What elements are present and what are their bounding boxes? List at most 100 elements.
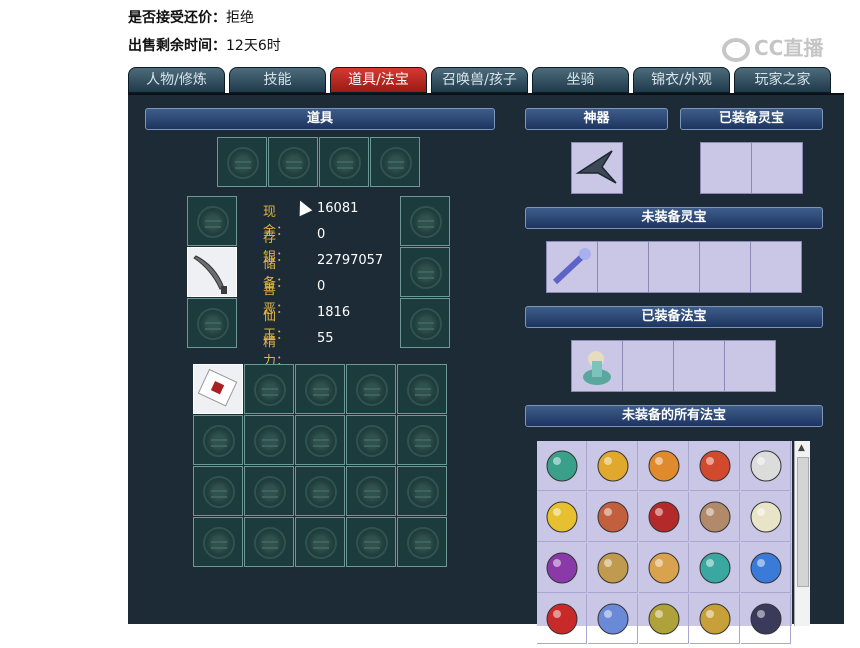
magic-item-slot[interactable] [537,594,587,644]
inventory-slot[interactable] [193,415,243,465]
tab-outfits[interactable]: 锦衣/外观 [633,67,730,93]
magic-item-slot[interactable] [588,543,638,593]
inventory-slot[interactable] [346,517,396,567]
equip-slot[interactable] [400,196,450,246]
tab-skills[interactable]: 技能 [229,67,326,93]
inventory-slot[interactable] [346,415,396,465]
equip-slot[interactable] [400,247,450,297]
inventory-slot[interactable] [397,466,447,516]
section-header-equipped-magic: 已装备法宝 [525,306,823,328]
inventory-slot[interactable] [397,517,447,567]
magic-item-slot[interactable] [639,441,689,491]
unequipped-spirit-slot[interactable] [750,241,802,293]
magic-item-slot[interactable] [690,543,740,593]
equip-slot[interactable] [400,298,450,348]
coin-emblem-icon [254,425,286,457]
inventory-slot[interactable] [244,466,294,516]
inventory-slot[interactable] [295,415,345,465]
scroll-up-arrow-icon[interactable]: ▲ [798,443,805,453]
inventory-slot[interactable] [346,466,396,516]
tab-home[interactable]: 玩家之家 [734,67,831,93]
section-header-unequipped-spirit: 未装备灵宝 [525,207,823,229]
inventory-slot[interactable] [193,466,243,516]
counter-offer-label: 是否接受还价： [128,10,226,26]
magic-item-slot[interactable] [690,492,740,542]
white-cloud-icon [750,450,782,482]
coin-emblem-icon [407,425,439,457]
magic-item-slot[interactable] [588,441,638,491]
equip-slot[interactable] [319,137,369,187]
tab-character[interactable]: 人物/修炼 [128,67,225,93]
tab-summons[interactable]: 召唤兽/孩子 [431,67,528,93]
section-header-artifact: 神器 [525,108,668,130]
tab-mounts[interactable]: 坐骑 [532,67,629,93]
inventory-slot[interactable] [244,364,294,414]
equip-slot[interactable] [187,298,237,348]
magic-item-slot[interactable] [690,594,740,644]
coin-emblem-icon [305,425,337,457]
coin-emblem-icon [410,308,442,340]
equip-slot[interactable] [370,137,420,187]
equip-slot[interactable] [217,137,267,187]
magic-item-slot[interactable] [639,492,689,542]
magic-item-slot[interactable] [537,543,587,593]
equipped-magic-slot[interactable] [673,340,725,392]
equipped-magic-slot[interactable] [724,340,776,392]
time-left-info: 出售剩余时间：12天6时 [128,35,281,55]
unequipped-spirit-slot[interactable] [699,241,751,293]
coin-emblem-icon [410,257,442,289]
equip-slot[interactable] [187,196,237,246]
inventory-slot[interactable] [397,415,447,465]
magic-item-slot[interactable] [741,441,791,491]
coin-emblem-icon [407,374,439,406]
equipped-spirit-slot[interactable] [700,142,752,194]
gold-token-icon [648,603,680,635]
magic-item-slot[interactable] [537,492,587,542]
coin-emblem-icon [356,476,388,508]
magic-item-slot[interactable] [690,441,740,491]
magic-item-slot[interactable] [537,441,587,491]
magic-item-slot[interactable] [741,594,791,644]
stat-value: 0 [317,279,326,294]
coin-emblem-icon [410,206,442,238]
magic-item-slot[interactable] [741,543,791,593]
unequipped-spirit-slot[interactable] [546,241,598,293]
watermark-text: CC直播 [754,36,824,60]
inventory-slot[interactable] [244,517,294,567]
inventory-slot[interactable] [295,466,345,516]
cc-logo-icon [722,37,750,62]
blue-fan-icon [597,603,629,635]
inventory-slot[interactable] [397,364,447,414]
tab-items-magic[interactable]: 道具/法宝 [330,67,427,93]
magic-item-slot[interactable] [639,543,689,593]
magic-item-slot[interactable] [639,594,689,644]
inventory-slot[interactable] [295,364,345,414]
weapon-slot[interactable] [187,247,237,297]
inventory-slot[interactable] [244,415,294,465]
inventory-slot-talisman[interactable] [193,364,243,414]
stat-value: 22797057 [317,253,384,268]
artifact-slot[interactable] [571,142,623,194]
blue-orb-icon [750,552,782,584]
magic-item-slot[interactable] [741,492,791,542]
inventory-slot[interactable] [295,517,345,567]
equipped-magic-slot[interactable] [622,340,674,392]
gold-ingot-icon [546,501,578,533]
inventory-slot[interactable] [193,517,243,567]
coin-emblem-icon [254,476,286,508]
equipped-magic-slot[interactable] [571,340,623,392]
magic-item-slot[interactable] [588,594,638,644]
stat-value: 55 [317,331,334,346]
scrollbar-thumb[interactable] [797,457,809,587]
inventory-slot[interactable] [346,364,396,414]
magic-grid-scrollbar[interactable]: ▲ [794,441,810,626]
coin-emblem-icon [203,476,235,508]
coin-emblem-icon [203,425,235,457]
equip-slot[interactable] [268,137,318,187]
unequipped-spirit-slot[interactable] [648,241,700,293]
magic-items-grid [537,441,792,644]
equipped-spirit-slot[interactable] [751,142,803,194]
unequipped-spirit-slot[interactable] [597,241,649,293]
magic-item-slot[interactable] [588,492,638,542]
coin-emblem-icon [329,147,361,179]
